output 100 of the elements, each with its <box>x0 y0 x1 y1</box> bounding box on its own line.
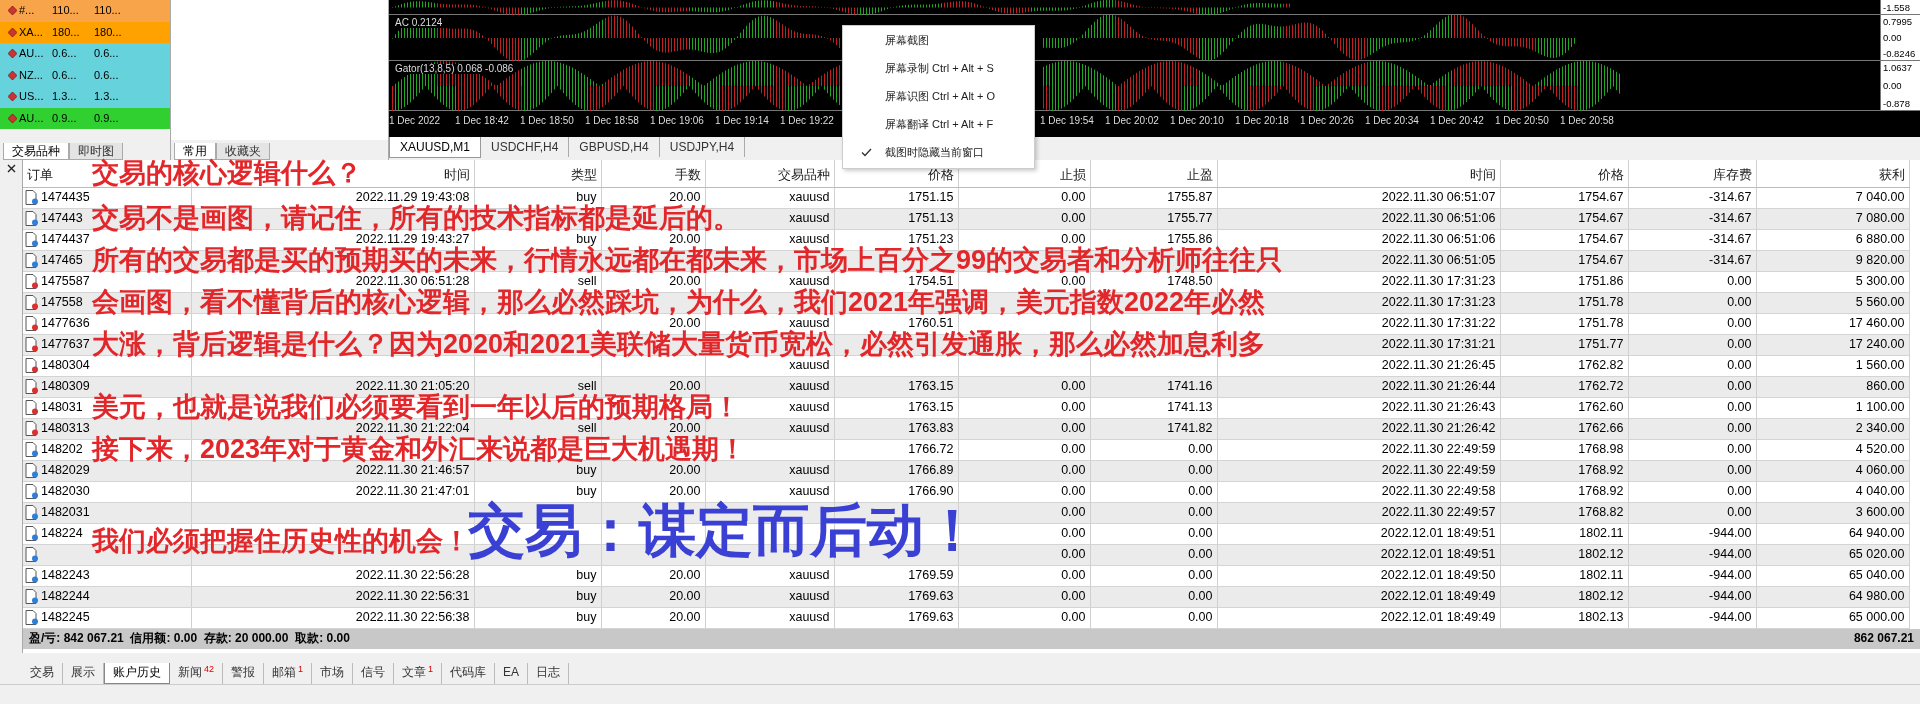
table-cell: 20.00 <box>669 463 701 477</box>
table-cell: 2022.11.30 22:49:58 <box>1381 484 1496 498</box>
table-cell: 0.00 <box>1188 442 1213 456</box>
bid-text: 0.6... <box>51 68 78 82</box>
market-watch-row[interactable]: AU... 0.6... 0.6... <box>0 43 170 65</box>
table-cell: 0.00 <box>1188 610 1213 624</box>
table-cell: 2022.11.30 21:26:45 <box>1381 358 1496 372</box>
table-cell: 0.00 <box>1727 421 1752 435</box>
column-header[interactable]: 获利 <box>1878 167 1905 182</box>
table-cell: 1741.13 <box>1167 400 1213 414</box>
time-label: 1 Dec 20:18 <box>1235 114 1289 126</box>
menu-item[interactable]: 屏幕录制 Ctrl + Alt + S <box>843 55 1034 83</box>
column-header[interactable]: 手数 <box>674 167 701 182</box>
column-header[interactable]: 止盈 <box>1186 167 1213 182</box>
table-cell: 2022.11.30 06:51:06 <box>1381 211 1496 225</box>
table-cell: -944.00 <box>1709 610 1752 624</box>
panel-tab[interactable]: 收藏夹 <box>216 142 270 160</box>
panel-tab[interactable]: 交易品种 <box>3 142 69 160</box>
table-cell: 0.00 <box>1061 190 1086 204</box>
table-cell: 0.00 <box>1727 316 1752 330</box>
table-cell: 1751.78 <box>1578 295 1624 309</box>
column-header[interactable]: 止损 <box>1059 167 1086 182</box>
axis-label: 0.00 <box>1883 31 1903 44</box>
table-cell: 2022.12.01 18:49:51 <box>1380 526 1496 540</box>
market-watch-row[interactable]: XA... 180... 180... <box>0 21 170 43</box>
table-cell: 1760.51 <box>908 316 954 330</box>
table-cell: 65 040.00 <box>1848 568 1905 582</box>
table-cell: 0.00 <box>1727 337 1752 351</box>
ask-text: 0.6... <box>93 47 120 61</box>
table-cell: 64 980.00 <box>1848 589 1905 603</box>
column-header[interactable]: 时间 <box>443 167 470 182</box>
ask-text: 0.9... <box>93 111 120 125</box>
table-cell: 0.00 <box>1727 358 1752 372</box>
menu-item[interactable]: 屏幕翻译 Ctrl + Alt + F <box>843 111 1034 139</box>
table-cell: 4 520.00 <box>1855 442 1905 456</box>
market-watch-row[interactable]: #... 110... 110... <box>0 0 170 22</box>
table-cell: 1768.92 <box>1578 463 1624 477</box>
order-number: 1482243 <box>41 568 90 583</box>
table-cell: 1741.82 <box>1167 421 1213 435</box>
column-header[interactable]: 时间 <box>1469 167 1496 182</box>
table-cell: 2022.11.30 06:51:06 <box>1381 232 1496 246</box>
table-cell: 1755.77 <box>1167 211 1213 225</box>
menu-item[interactable]: 屏幕截图 <box>843 27 1034 55</box>
table-cell: 0.00 <box>1061 505 1086 519</box>
menu-item[interactable]: 截图时隐藏当前窗口 <box>843 139 1034 167</box>
table-cell: 2022.11.29 19:43:08 <box>355 190 470 204</box>
table-cell: 7 080.00 <box>1855 211 1905 225</box>
table-cell: 1751.23 <box>908 232 954 246</box>
market-watch-row[interactable]: US... 1.3... 1.3... <box>0 86 170 108</box>
table-cell: 20.00 <box>669 316 701 330</box>
table-cell: 1768.98 <box>1578 442 1624 456</box>
table-cell: 2022.11.30 21:26:43 <box>1381 400 1496 414</box>
table-cell: 0.00 <box>1727 379 1752 393</box>
table-cell: 1762.72 <box>1578 379 1624 393</box>
table-cell: 0.00 <box>1188 484 1213 498</box>
column-header[interactable]: 价格 <box>1597 167 1624 182</box>
market-watch-row[interactable]: AU... 0.9... 0.9... <box>0 107 170 129</box>
symbol-text: AU... <box>19 47 44 61</box>
order-number: 1474435 <box>41 190 90 205</box>
column-header[interactable]: 价格 <box>927 167 954 182</box>
order-number: 1482244 <box>41 589 90 604</box>
axis-label: 1.0637 <box>1883 62 1914 74</box>
table-cell: sell <box>577 421 597 435</box>
menu-item[interactable]: 屏幕识图 Ctrl + Alt + O <box>843 83 1034 111</box>
market-watch-row[interactable]: NZ... 0.6... 0.6... <box>0 64 170 86</box>
table-cell: 5 560.00 <box>1855 295 1905 309</box>
column-header[interactable]: 订单 <box>27 167 53 182</box>
column-header[interactable]: 库存费 <box>1712 167 1752 182</box>
table-cell: -944.00 <box>1709 526 1752 540</box>
table-cell: 0.00 <box>1061 589 1086 603</box>
diamond-icon <box>8 92 17 102</box>
table-cell: 2022.12.01 18:49:50 <box>1380 568 1496 582</box>
chart-tab[interactable]: USDCHF,H4 <box>481 137 570 158</box>
time-label: 1 Dec 19:22 <box>780 114 834 126</box>
table-cell: 0.00 <box>1061 400 1086 414</box>
table-cell: 2022.11.30 21:05:20 <box>355 379 470 393</box>
order-number: 1482031 <box>41 505 90 520</box>
table-cell: 0.00 <box>1727 442 1752 456</box>
table-cell: 0.00 <box>1727 505 1752 519</box>
table-cell: 17 240.00 <box>1848 337 1905 351</box>
column-header[interactable]: 交易品种 <box>777 167 830 182</box>
order-number: 1482245 <box>41 610 90 625</box>
table-cell: 0.00 <box>1061 232 1086 246</box>
table-cell: 0.00 <box>1061 526 1086 540</box>
annotation-text: 交易不是画图，请记住，所有的技术指标都是延后的。 <box>92 205 740 232</box>
ask-text: 0.6... <box>93 68 120 82</box>
chart-tab[interactable]: XAUUSD,M1 <box>389 137 481 159</box>
close-icon[interactable] <box>6 164 16 173</box>
table-cell: 20.00 <box>669 484 701 498</box>
table-cell: 1754.67 <box>1578 211 1624 225</box>
chart-tab[interactable]: GBPUSD,H4 <box>569 137 660 158</box>
order-number: 1477636 <box>41 316 90 331</box>
table-cell: 20.00 <box>669 568 701 582</box>
terminal-tab[interactable]: 账户历史 <box>104 663 170 684</box>
chart-tab[interactable]: USDJPY,H4 <box>659 137 746 158</box>
table-cell: -944.00 <box>1709 568 1752 582</box>
table-cell: 1751.13 <box>908 211 954 225</box>
table-cell: 1769.63 <box>908 610 954 624</box>
column-header[interactable]: 类型 <box>570 167 597 182</box>
indicator-label: Gator(13,8,5) 0.068 -0.086 <box>393 64 516 74</box>
